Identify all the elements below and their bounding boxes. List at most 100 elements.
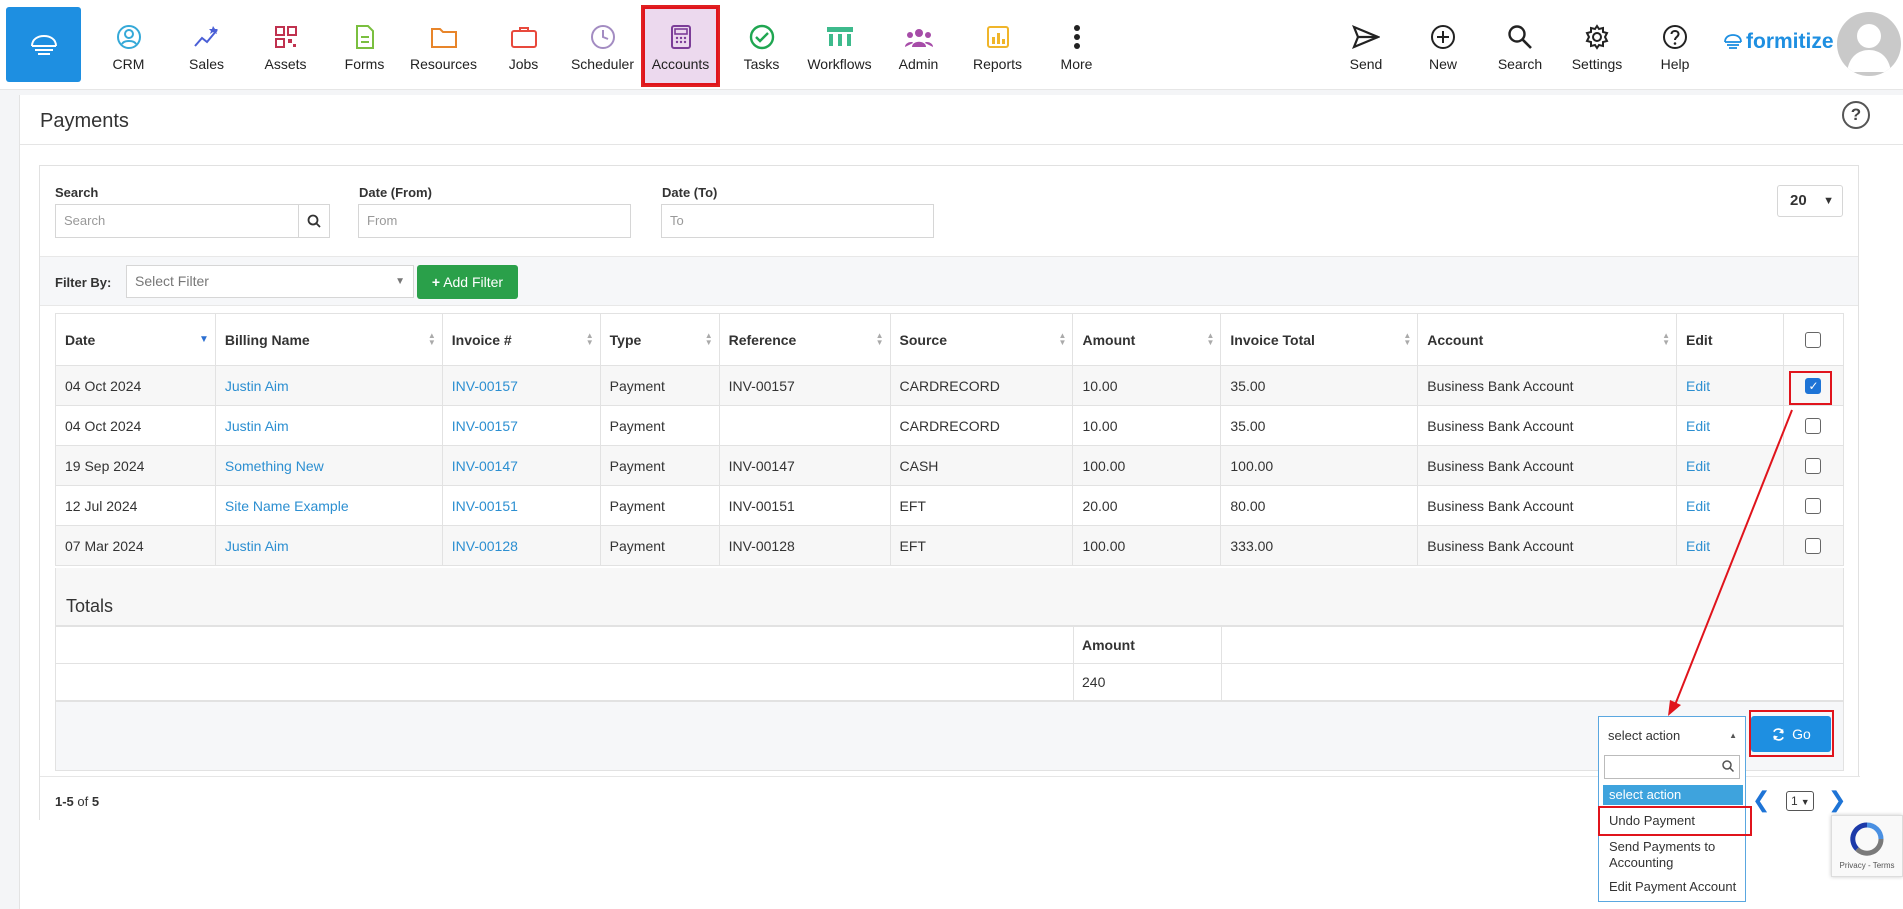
billing-name-link[interactable]: Site Name Example [225,498,349,514]
nav-action-help[interactable]: Help [1636,7,1714,85]
next-page-button[interactable]: ❯ [1828,787,1846,813]
dropdown-option-edit-payment-account[interactable]: Edit Payment Account [1603,879,1743,895]
nav-action-settings[interactable]: Settings [1558,7,1636,85]
col-header-date[interactable]: Date ▼ [55,313,216,366]
dropdown-search-input[interactable] [1604,755,1740,779]
table-row[interactable]: 12 Jul 2024 Site Name Example INV-00151 Pay… [55,485,1845,526]
nav-item-crm[interactable]: CRM [89,7,168,85]
cell-invoice: INV-00147 [441,445,601,486]
col-header-billing-name[interactable]: Billing Name ▲ ▼ [214,313,443,366]
select-filter-dropdown[interactable]: Select Filter ▼ [126,265,414,298]
edit-link[interactable]: Edit [1686,498,1710,514]
nav-item-jobs[interactable]: Jobs [484,7,563,85]
bulk-action-select[interactable]: select action ▲ [1598,716,1746,756]
col-header-invoice-total[interactable]: Invoice Total ▲ ▼ [1220,313,1419,366]
dropdown-option-send-to-accounting[interactable]: Send Payments to Accounting [1603,839,1743,871]
nav-item-tasks[interactable]: Tasks [722,7,801,85]
select-all-checkbox[interactable] [1805,332,1822,349]
col-header-amount[interactable]: Amount ▲ ▼ [1072,313,1222,366]
nav-item-workflows[interactable]: Workflows [800,7,879,85]
nav-item-forms[interactable]: Forms [325,7,404,85]
sort-icon: ▲ ▼ [875,331,884,347]
caret-up-icon: ▲ [1729,731,1737,740]
edit-link[interactable]: Edit [1686,378,1710,394]
table-row[interactable]: 04 Oct 2024 Justin Aim INV-00157 Payment CAR… [55,405,1845,446]
go-button[interactable]: Go [1751,716,1831,752]
table-row[interactable]: 04 Oct 2024 Justin Aim INV-00157 Payment INV… [55,365,1845,406]
row-select-checkbox[interactable]: ✓ [1805,378,1822,395]
avatar[interactable] [1837,12,1901,76]
search-input[interactable]: Search [55,204,299,238]
row-select-checkbox[interactable] [1805,458,1822,475]
nav-action-new[interactable]: New [1404,7,1482,85]
table-row[interactable]: 07 Mar 2024 Justin Aim INV-00128 Payment INV… [55,525,1845,566]
row-select-checkbox[interactable] [1805,498,1822,515]
row-select-checkbox[interactable] [1805,538,1822,555]
cell-amount: 10.00 [1072,365,1222,406]
col-header-type[interactable]: Type ▲ ▼ [599,313,720,366]
recaptcha-privacy-link[interactable]: Privacy [1840,861,1866,870]
magnifier-icon [307,214,321,228]
invoice-link[interactable]: INV-00147 [452,458,518,474]
invoice-link[interactable]: INV-00157 [452,418,518,434]
row-select-checkbox[interactable] [1805,418,1822,435]
dropdown-option[interactable]: select action [1603,785,1743,805]
home-button[interactable] [6,7,81,82]
nav-item-more[interactable]: More [1037,7,1116,85]
sort-icon: ▲ ▼ [704,331,713,347]
nav-action-label: New [1428,56,1457,72]
page-help-icon[interactable]: ? [1842,101,1870,129]
cell-reference: INV-00151 [718,485,891,526]
recaptcha-badge[interactable]: Privacy - Terms [1831,815,1903,877]
nav-item-label: Scheduler [570,56,635,72]
edit-link[interactable]: Edit [1686,458,1710,474]
scheduler-icon [590,18,616,56]
nav-item-sales[interactable]: Sales [167,7,246,85]
billing-name-link[interactable]: Justin Aim [225,418,289,434]
col-header-account[interactable]: Account ▲ ▼ [1417,313,1678,366]
nav-item-accounts[interactable]: Accounts [641,5,720,87]
invoice-link[interactable]: INV-00128 [452,538,518,554]
table-row[interactable]: 19 Sep 2024 Something New INV-00147 Payment… [55,445,1845,486]
col-header-source[interactable]: Source ▲ ▼ [889,313,1074,366]
nav-action-search[interactable]: Search [1481,7,1559,85]
invoice-link[interactable]: INV-00151 [452,498,518,514]
cell-date: 04 Oct 2024 [55,405,216,446]
date-to-input[interactable]: To [661,204,934,238]
add-filter-button[interactable]: + Add Filter [417,265,518,299]
nav-action-label: Search [1497,56,1543,72]
prev-page-button[interactable]: ❮ [1752,787,1770,813]
nav-item-assets[interactable]: Assets [246,7,325,85]
page-number-select[interactable]: 1 ▼ [1786,791,1814,811]
nav-item-scheduler[interactable]: Scheduler [563,7,642,85]
chevron-down-icon: ▼ [1800,797,1810,807]
nav-item-reports[interactable]: Reports [958,7,1037,85]
billing-name-link[interactable]: Something New [225,458,324,474]
sort-icon: ▲ ▼ [1058,331,1067,347]
invoice-link[interactable]: INV-00157 [452,378,518,394]
edit-link[interactable]: Edit [1686,418,1710,434]
dropdown-option-undo-payment[interactable]: Undo Payment [1603,813,1743,829]
nav-item-label: Reports [972,56,1023,72]
totals-value-row: 240 [55,663,1844,701]
search-submit-button[interactable] [298,204,330,238]
totals-spacer-right [1221,663,1844,701]
nav-action-send[interactable]: Send [1327,7,1405,85]
nav-item-admin[interactable]: Admin [879,7,958,85]
cell-total: 333.00 [1220,525,1419,566]
new-icon [1430,18,1456,56]
date-from-input[interactable]: From [358,204,631,238]
date-from-label: Date (From) [359,185,432,200]
billing-name-link[interactable]: Justin Aim [225,378,289,394]
page-size-select[interactable]: 20 ▼ [1777,185,1843,217]
edit-link[interactable]: Edit [1686,538,1710,554]
col-header-invoice[interactable]: Invoice # ▲ ▼ [441,313,601,366]
cell-billing: Justin Aim [214,525,443,566]
billing-name-link[interactable]: Justin Aim [225,538,289,554]
workflows-icon [825,18,855,56]
cell-invoice: INV-00157 [441,365,601,406]
nav-item-resources[interactable]: Resources [404,7,483,85]
col-header-reference[interactable]: Reference ▲ ▼ [718,313,891,366]
recaptcha-terms-link[interactable]: Terms [1873,861,1895,870]
col-header-select-all[interactable] [1782,313,1845,366]
